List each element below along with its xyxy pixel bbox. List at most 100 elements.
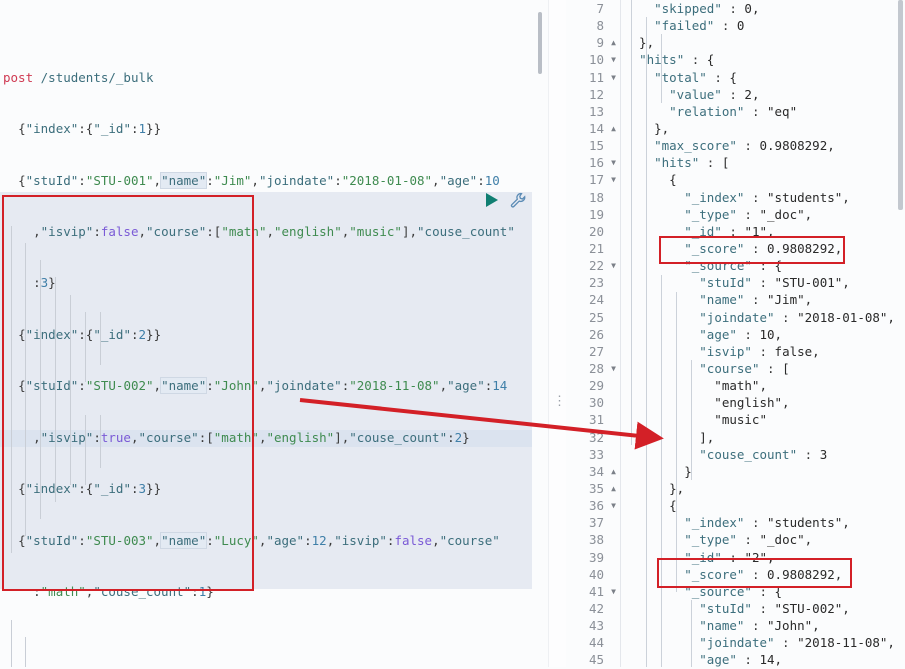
code-line[interactable]: {"stuId":"STU-001","name":"Jim","joindat… [0,171,548,189]
pane-drag-handle[interactable]: ⋮ [553,392,566,412]
response-line[interactable]: "name" : "Jim", [624,291,899,308]
response-scrollbar[interactable] [898,0,903,210]
line-number[interactable]: 23 [566,274,620,291]
fold-down-icon[interactable]: ▼ [606,497,616,514]
line-number[interactable]: 28 ▼ [566,360,620,377]
fold-down-icon[interactable]: ▼ [606,51,616,68]
line-number[interactable]: 39 [566,549,620,566]
fold-down-icon[interactable]: ▼ [606,257,616,274]
fold-up-icon[interactable]: ▲ [606,480,616,497]
line-number[interactable]: 12 [566,86,620,103]
line-number[interactable]: 45 [566,651,620,668]
line-number[interactable]: 24 [566,291,620,308]
response-code[interactable]: "skipped" : 0, "failed" : 0 }, "hits" : … [624,0,899,668]
request-actions[interactable] [484,192,534,212]
line-number[interactable]: 14 ▲ [566,120,620,137]
line-number[interactable]: 37 [566,514,620,531]
fold-up-icon[interactable]: ▲ [606,120,616,137]
line-number[interactable]: 32 [566,429,620,446]
response-line[interactable]: "stuId" : "STU-001", [624,274,899,291]
line-number[interactable]: 35 ▲ [566,480,620,497]
response-line[interactable]: "math", [624,377,899,394]
play-triangle-icon[interactable] [484,192,500,208]
response-line[interactable]: "_id" : "2", [624,549,899,566]
response-line[interactable]: "max_score" : 0.9808292, [624,137,899,154]
response-line[interactable]: { [624,497,899,514]
code-line[interactable]: {"index":{"_id":1}} [0,120,548,137]
request-code[interactable]: post /students/_bulk {"index":{"_id":1}}… [0,0,548,667]
response-line[interactable]: "english", [624,394,899,411]
line-number[interactable]: 29 [566,377,620,394]
code-line[interactable]: {"index":{"_id":2}} [0,326,548,343]
line-number[interactable]: 16 ▼ [566,154,620,171]
line-number[interactable]: 38 [566,531,620,548]
response-line[interactable]: }, [624,34,899,51]
pane-divider[interactable] [548,0,568,667]
code-line[interactable]: {"stuId":"STU-003","name":"Lucy","age":1… [0,531,548,549]
request-editor-pane[interactable]: post /students/_bulk {"index":{"_id":1}}… [0,0,548,667]
response-line[interactable]: }, [624,120,899,137]
line-number[interactable]: 43 [566,617,620,634]
code-line[interactable]: :3} [0,274,548,291]
code-line[interactable]: ,"isvip":true,"course":["math","english"… [0,429,548,446]
fold-down-icon[interactable]: ▼ [606,69,616,86]
fold-down-icon[interactable]: ▼ [606,171,616,188]
line-number[interactable]: 30 [566,394,620,411]
response-line[interactable]: "course" : [ [624,360,899,377]
response-line[interactable]: "joindate" : "2018-11-08", [624,634,899,651]
line-number[interactable]: 17 ▼ [566,171,620,188]
line-number[interactable]: 31 [566,411,620,428]
line-number[interactable]: 18 [566,189,620,206]
response-line[interactable]: "_source" : { [624,257,899,274]
response-line[interactable]: "hits" : { [624,51,899,68]
response-line[interactable]: "value" : 2, [624,86,899,103]
line-number[interactable]: 44 [566,634,620,651]
response-line[interactable]: "hits" : [ [624,154,899,171]
line-number[interactable]: 34 ▲ [566,463,620,480]
fold-down-icon[interactable]: ▼ [606,154,616,171]
line-number[interactable]: 11 ▼ [566,69,620,86]
response-line[interactable]: { [624,171,899,188]
response-line[interactable]: "isvip" : false, [624,343,899,360]
response-line[interactable]: "failed" : 0 [624,17,899,34]
response-line[interactable]: "_id" : "1", [624,223,899,240]
left-editor-scrollbar[interactable] [538,12,542,74]
line-number[interactable]: 19 [566,206,620,223]
response-line[interactable]: "_score" : 0.9808292, [624,566,899,583]
response-line[interactable]: "relation" : "eq" [624,103,899,120]
line-number[interactable]: 21 [566,240,620,257]
line-number[interactable]: 40 [566,566,620,583]
line-number[interactable]: 15 [566,137,620,154]
response-line[interactable]: "stuId" : "STU-002", [624,600,899,617]
line-number[interactable]: 33 [566,446,620,463]
fold-down-icon[interactable]: ▼ [606,360,616,377]
line-number[interactable]: 9 ▲ [566,34,620,51]
code-line[interactable]: {"stuId":"STU-002","name":"John","joinda… [0,377,548,395]
line-number[interactable]: 41 ▼ [566,583,620,600]
response-line[interactable]: "couse_count" : 3 [624,446,899,463]
response-line[interactable]: "music" [624,411,899,428]
fold-down-icon[interactable]: ▼ [606,583,616,600]
line-number[interactable]: 25 [566,309,620,326]
wrench-icon[interactable] [510,192,527,209]
line-number[interactable]: 27 [566,343,620,360]
response-line[interactable]: "_type" : "_doc", [624,206,899,223]
line-number[interactable]: 10 ▼ [566,51,620,68]
line-number[interactable]: 7 [566,0,620,17]
line-number[interactable]: 42 [566,600,620,617]
response-line[interactable]: "age" : 10, [624,326,899,343]
line-number[interactable]: 26 [566,326,620,343]
response-line[interactable]: "age" : 14, [624,651,899,668]
bulk-request-line[interactable]: post /students/_bulk [0,69,548,86]
response-line[interactable]: "name" : "John", [624,617,899,634]
response-line[interactable]: }, [624,480,899,497]
line-number-gutter[interactable]: 7 8 9 ▲ 10 ▼ 11 ▼ 12 13 14 ▲ 15 16 ▼ 17 ▼ 18 19 20 21 22 ▼ 23 24… [566,0,620,667]
line-number[interactable]: 8 [566,17,620,34]
response-line[interactable]: } [624,463,899,480]
response-line[interactable]: "_type" : "_doc", [624,531,899,548]
response-line[interactable]: ], [624,429,899,446]
response-line[interactable]: "_source" : { [624,583,899,600]
response-line[interactable]: "total" : { [624,69,899,86]
line-number[interactable]: 13 [566,103,620,120]
response-line[interactable]: "_index" : "students", [624,514,899,531]
